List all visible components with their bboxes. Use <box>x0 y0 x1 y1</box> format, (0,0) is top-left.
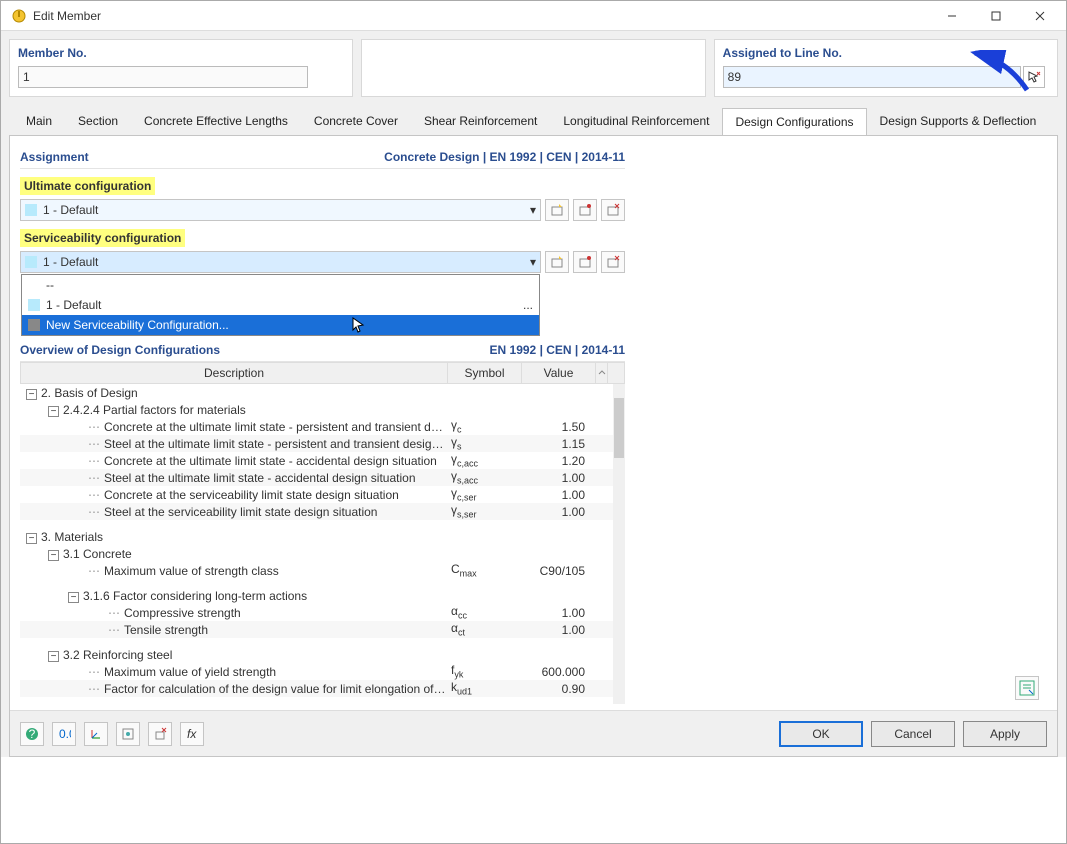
overview-column-header: Description Symbol Value <box>20 362 625 384</box>
maximize-button[interactable] <box>974 2 1018 30</box>
svg-text:?: ? <box>29 727 36 741</box>
tab-section[interactable]: Section <box>65 107 131 135</box>
color-chip-icon <box>28 319 40 331</box>
chevron-down-icon: ▾ <box>530 255 536 269</box>
member-no-input[interactable]: 1 <box>18 66 308 88</box>
coordinate-system-button[interactable] <box>84 722 108 746</box>
chevron-down-icon: ▾ <box>530 203 536 217</box>
table-row[interactable]: ⋯Compressive strengthαcc1.00 <box>20 604 625 621</box>
grouping-button[interactable] <box>116 722 140 746</box>
minimize-button[interactable] <box>930 2 974 30</box>
table-row[interactable]: ⋯Concrete at the serviceability limit st… <box>20 486 625 503</box>
table-row[interactable]: −2. Basis of Design <box>20 384 625 401</box>
color-chip-icon <box>28 299 40 311</box>
table-row[interactable]: −3.1 Concrete <box>20 545 625 562</box>
table-row[interactable]: ⋯Tensile strengthαct1.00 <box>20 621 625 638</box>
tab-longitudinal-reinforcement[interactable]: Longitudinal Reinforcement <box>550 107 722 135</box>
middle-empty-panel <box>361 39 705 97</box>
table-row[interactable]: ⋯Steel at the ultimate limit state - per… <box>20 435 625 452</box>
dialog-footer: ? 0.00 fx OK Cancel Apply <box>10 710 1057 756</box>
table-row[interactable]: −3.1.6 Factor considering long-term acti… <box>20 587 625 604</box>
color-chip-icon <box>25 204 37 216</box>
tab-concrete-cover[interactable]: Concrete Cover <box>301 107 411 135</box>
title-bar: Edit Member <box>1 1 1066 31</box>
table-row[interactable]: ⋯Concrete at the ultimate limit state - … <box>20 452 625 469</box>
edit-ultimate-button[interactable] <box>573 199 597 221</box>
window-title: Edit Member <box>33 9 930 23</box>
app-icon <box>11 8 27 24</box>
table-row[interactable]: −3. Materials <box>20 528 625 545</box>
annotation-arrow-icon <box>967 50 1037 94</box>
dropdown-item-default[interactable]: 1 - Default ... <box>22 295 539 315</box>
vertical-scrollbar[interactable] <box>613 384 625 704</box>
overview-table: −2. Basis of Design−2.4.2.4 Partial fact… <box>20 384 625 697</box>
delete-ultimate-button[interactable] <box>601 199 625 221</box>
cancel-button[interactable]: Cancel <box>871 721 955 747</box>
tab-design-supports-deflection[interactable]: Design Supports & Deflection <box>867 107 1050 135</box>
ultimate-config-select[interactable]: 1 - Default ▾ <box>20 199 541 221</box>
tab-bar: Main Section Concrete Effective Lengths … <box>9 107 1058 135</box>
serviceability-dropdown: -- 1 - Default ... New Serviceability Co… <box>21 274 540 336</box>
apply-button[interactable]: Apply <box>963 721 1047 747</box>
overview-header: Overview of Design Configurations EN 199… <box>20 343 625 362</box>
tab-design-configurations[interactable]: Design Configurations <box>722 108 866 136</box>
table-row[interactable]: ⋯Steel at the serviceability limit state… <box>20 503 625 520</box>
serviceability-config-label: Serviceability configuration <box>20 229 185 247</box>
assigned-line-panel: Assigned to Line No. 89 <box>714 39 1058 97</box>
new-ultimate-button[interactable] <box>545 199 569 221</box>
units-button[interactable]: 0.00 <box>52 722 76 746</box>
member-no-label: Member No. <box>18 46 344 60</box>
dropdown-item-none[interactable]: -- <box>22 275 539 295</box>
table-row[interactable]: −3.2 Reinforcing steel <box>20 646 625 663</box>
assignment-header: Assignment Concrete Design | EN 1992 | C… <box>20 146 625 169</box>
show-details-button[interactable] <box>1015 676 1039 700</box>
member-no-panel: Member No. 1 <box>9 39 353 97</box>
color-chip-icon <box>25 256 37 268</box>
ok-button[interactable]: OK <box>779 721 863 747</box>
svg-text:fx: fx <box>187 727 197 741</box>
table-row[interactable]: ⋯Maximum value of strength classCmaxC90/… <box>20 562 625 579</box>
table-row[interactable]: ⋯Steel at the ultimate limit state - acc… <box>20 469 625 486</box>
serviceability-config-select[interactable]: 1 - Default ▾ -- 1 - Default ... New Ser… <box>20 251 541 273</box>
tab-main[interactable]: Main <box>13 107 65 135</box>
table-row[interactable]: ⋯Factor for calculation of the design va… <box>20 680 625 697</box>
table-row[interactable]: −2.4.2.4 Partial factors for materials <box>20 401 625 418</box>
tab-concrete-effective-lengths[interactable]: Concrete Effective Lengths <box>131 107 301 135</box>
help-button[interactable]: ? <box>20 722 44 746</box>
function-button[interactable]: fx <box>180 722 204 746</box>
dropdown-item-new-config[interactable]: New Serviceability Configuration... <box>22 315 539 335</box>
table-row[interactable]: ⋯Maximum value of yield strengthfyk600.0… <box>20 663 625 680</box>
svg-text:0.00: 0.00 <box>59 727 71 741</box>
delete-serviceability-button[interactable] <box>601 251 625 273</box>
tab-shear-reinforcement[interactable]: Shear Reinforcement <box>411 107 550 135</box>
tab-content: Assignment Concrete Design | EN 1992 | C… <box>9 135 1058 757</box>
cursor-icon <box>352 317 366 335</box>
new-serviceability-button[interactable] <box>545 251 569 273</box>
edit-serviceability-button[interactable] <box>573 251 597 273</box>
delete-button[interactable] <box>148 722 172 746</box>
ultimate-config-label: Ultimate configuration <box>20 177 155 195</box>
table-row[interactable]: ⋯Concrete at the ultimate limit state - … <box>20 418 625 435</box>
close-button[interactable] <box>1018 2 1062 30</box>
